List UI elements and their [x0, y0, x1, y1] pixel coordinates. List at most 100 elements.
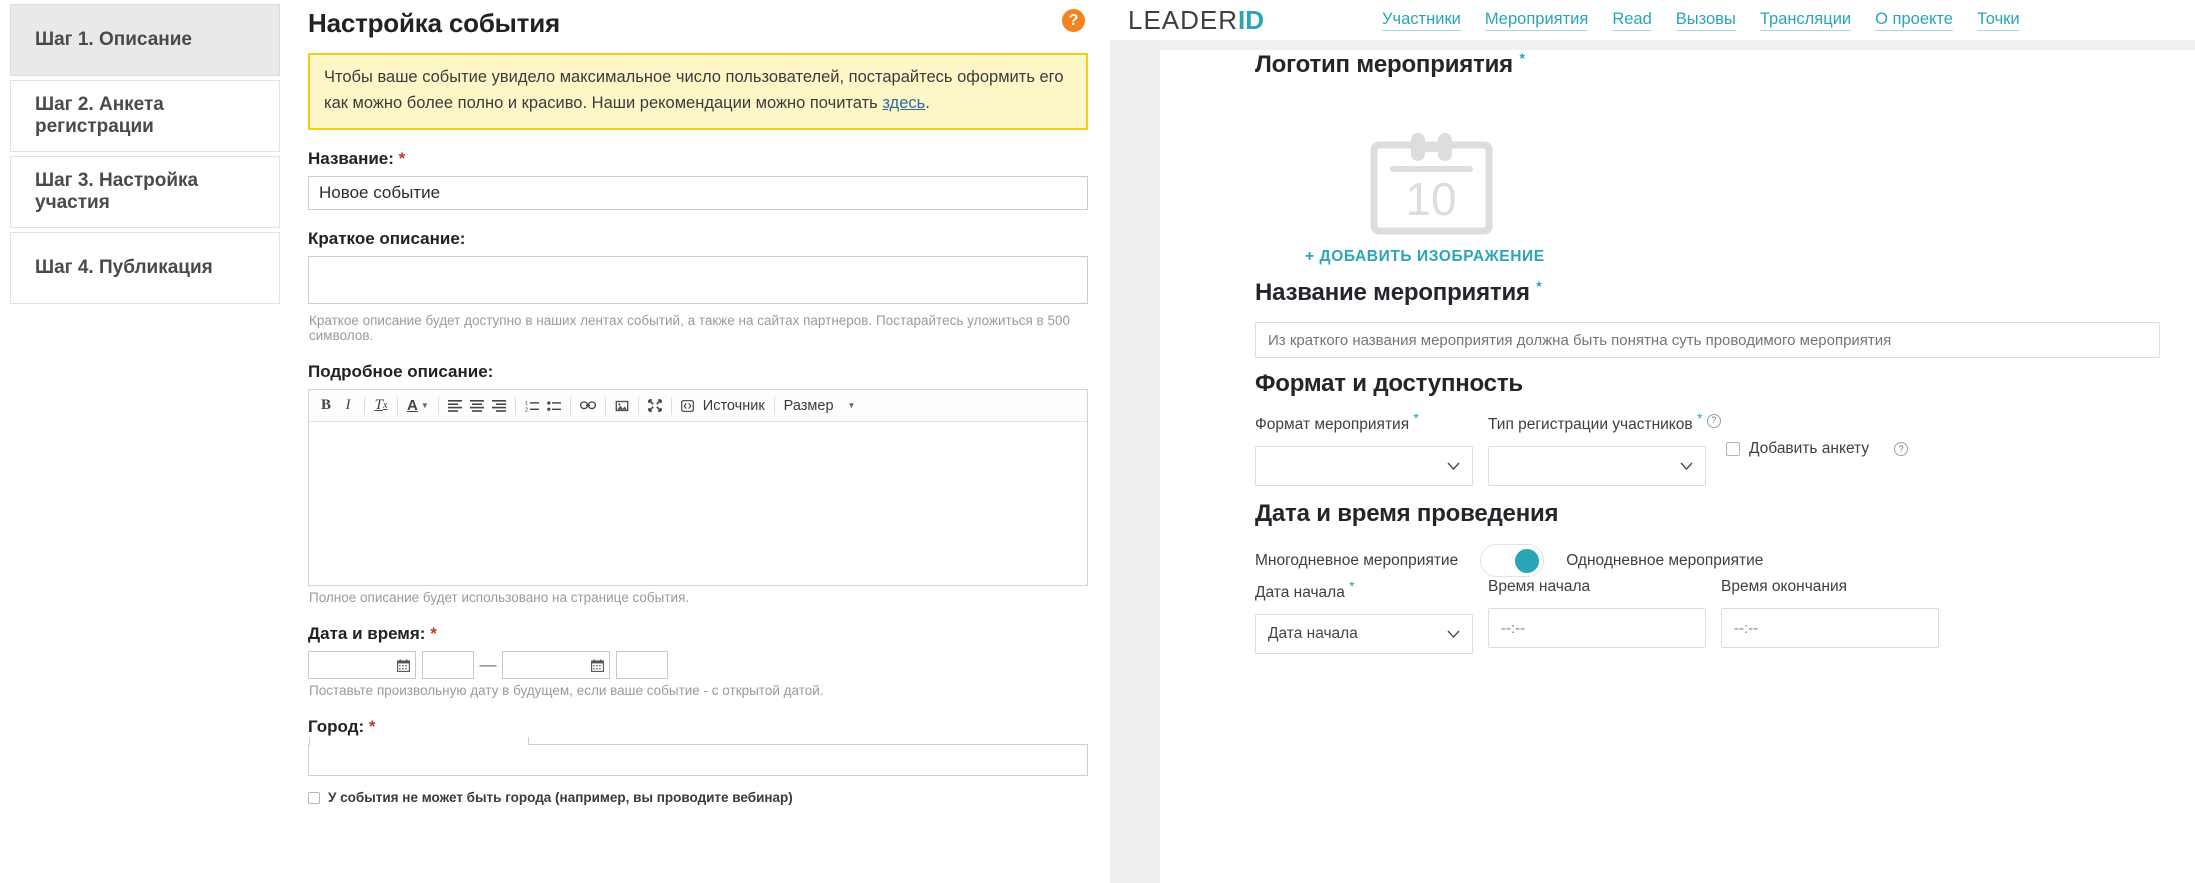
- start-date-label-text: Дата начала: [1255, 584, 1345, 602]
- help-icon[interactable]: ?: [1894, 442, 1909, 456]
- nav-item-about[interactable]: О проекте: [1875, 10, 1953, 31]
- no-city-checkbox-label: У события не может быть города (например…: [328, 790, 793, 806]
- help-icon[interactable]: ?: [1706, 413, 1721, 428]
- short-description-label: Краткое описание:: [308, 229, 1090, 249]
- bulleted-list-icon[interactable]: [543, 394, 565, 418]
- sidebar-item-label: Шаг 3. Настройка участия: [35, 170, 199, 213]
- end-time-input-new[interactable]: --:--: [1721, 608, 1939, 648]
- start-time-input-new[interactable]: --:--: [1488, 608, 1706, 648]
- event-format-field: Формат мероприятия *: [1255, 410, 1473, 487]
- full-description-editor-body[interactable]: [309, 422, 1087, 586]
- align-center-icon[interactable]: [466, 394, 488, 418]
- datetime-field-label: Дата и время: *: [308, 624, 1090, 644]
- italic-icon[interactable]: I: [337, 394, 359, 418]
- nav-item-points[interactable]: Точки: [1976, 10, 2020, 31]
- leader-id-logo[interactable]: LEADERID: [1128, 5, 1264, 36]
- help-icon-glyph: ?: [1068, 11, 1079, 29]
- link-icon[interactable]: [576, 394, 600, 418]
- svg-text:10: 10: [1405, 173, 1456, 225]
- logo-section-title-text: Логотип мероприятия: [1255, 51, 1513, 78]
- add-questionnaire-row[interactable]: Добавить анкету ?: [1726, 440, 1909, 458]
- remove-format-icon[interactable]: Tx: [370, 394, 392, 418]
- required-asterisk: *: [1519, 50, 1525, 66]
- source-button-label[interactable]: Источник: [699, 398, 769, 414]
- new-event-form-panel: LEADERID Участники Мероприятия Read Вызо…: [1110, 0, 2195, 883]
- recommendations-link[interactable]: здесь: [882, 94, 925, 112]
- datetime-hint: Поставьте произвольную дату в будущем, е…: [309, 683, 824, 699]
- toolbar-divider: [397, 396, 398, 415]
- font-size-dropdown-label[interactable]: Размер: [780, 398, 838, 414]
- nav-item-events[interactable]: Мероприятия: [1484, 10, 1589, 31]
- short-description-textarea[interactable]: [308, 256, 1088, 305]
- logo-section-title: Логотип мероприятия *: [1255, 50, 1525, 79]
- sidebar-item-step-3[interactable]: Шаг 3. Настройка участия: [10, 156, 280, 228]
- help-icon[interactable]: ?: [1062, 9, 1085, 32]
- calendar-icon: [591, 658, 604, 672]
- numbered-list-icon[interactable]: 1 2: [521, 394, 543, 418]
- event-format-label: Формат мероприятия *: [1255, 410, 1473, 434]
- toolbar-divider: [670, 396, 672, 415]
- page-background-strip: [1160, 40, 2195, 50]
- maximize-icon[interactable]: [644, 394, 666, 418]
- event-format-select[interactable]: [1255, 446, 1473, 487]
- sidebar-item-step-4[interactable]: Шаг 4. Публикация: [10, 232, 280, 304]
- text-color-icon[interactable]: A ▼: [403, 394, 433, 418]
- nav-item-challenges[interactable]: Вызовы: [1675, 10, 1736, 31]
- add-questionnaire-label: Добавить анкету: [1749, 440, 1870, 457]
- city-label-text: Город:: [308, 717, 365, 737]
- sidebar-item-label: Шаг 1. Описание: [35, 29, 193, 50]
- full-description-hint: Полное описание будет использовано на ст…: [309, 590, 690, 606]
- add-image-button[interactable]: + ДОБАВИТЬ ИЗОБРАЖЕНИЕ: [1305, 248, 1545, 266]
- nav-item-broadcasts[interactable]: Трансляции: [1759, 10, 1852, 31]
- required-asterisk: *: [430, 624, 437, 644]
- chevron-down-icon[interactable]: ▼: [848, 401, 856, 410]
- event-duration-toggle[interactable]: [1480, 544, 1545, 577]
- nav-item-read[interactable]: Read: [1612, 10, 1652, 31]
- page-title: Настройка события: [308, 8, 560, 38]
- toolbar-divider: [364, 396, 365, 415]
- required-asterisk: *: [398, 149, 406, 169]
- toolbar-divider: [569, 396, 571, 415]
- no-city-checkbox-row[interactable]: У события не может быть города (например…: [308, 790, 1090, 805]
- recommendation-notice: Чтобы ваше событие увидело максимальное …: [308, 53, 1088, 131]
- city-input[interactable]: [308, 737, 1088, 777]
- registration-type-field: Тип регистрации участников * ?: [1488, 410, 1721, 487]
- end-time-label: Время окончания: [1721, 578, 1847, 595]
- end-time-input[interactable]: [616, 651, 668, 680]
- start-date-value: Дата начала: [1268, 625, 1358, 643]
- event-form-card: Логотип мероприятия * 10 + ДОБАВИТЬ ИЗОБ…: [1160, 50, 2195, 883]
- source-code-icon[interactable]: [677, 394, 699, 418]
- registration-type-select[interactable]: [1488, 446, 1706, 487]
- sidebar-item-step-1[interactable]: Шаг 1. Описание: [10, 4, 280, 76]
- calendar-icon: [397, 658, 410, 672]
- start-time-input[interactable]: [422, 651, 474, 680]
- name-field-label: Название: *: [308, 149, 1090, 169]
- start-date-input[interactable]: [308, 651, 416, 680]
- steps-sidebar: Шаг 1. Описание Шаг 2. Анкета регистраци…: [10, 4, 280, 305]
- no-city-checkbox[interactable]: [308, 791, 320, 804]
- end-time-field: Время окончания --:--: [1721, 578, 1939, 648]
- full-description-label: Подробное описание:: [308, 362, 1090, 382]
- logo-section: Логотип мероприятия *: [1255, 50, 1525, 79]
- event-name-input[interactable]: [308, 176, 1088, 211]
- range-separator: —: [479, 655, 497, 675]
- add-questionnaire-checkbox[interactable]: [1726, 442, 1740, 456]
- nav-item-participants[interactable]: Участники: [1382, 10, 1461, 31]
- chevron-down-icon: [1680, 462, 1693, 471]
- align-right-icon[interactable]: [488, 394, 510, 418]
- toolbar-divider: [514, 396, 516, 415]
- required-asterisk: *: [1536, 278, 1542, 294]
- name-section-title: Название мероприятия *: [1255, 278, 1542, 307]
- event-name-input-new[interactable]: [1255, 322, 2160, 358]
- sidebar-item-step-2[interactable]: Шаг 2. Анкета регистрации: [10, 80, 280, 152]
- end-time-value: --:--: [1734, 619, 1759, 637]
- start-date-select[interactable]: Дата начала: [1255, 614, 1473, 655]
- bold-icon[interactable]: B: [315, 394, 337, 418]
- end-date-input[interactable]: [502, 651, 610, 680]
- rich-text-editor: B I Tx A ▼ 1 2 Источник Размер ▼: [308, 389, 1088, 587]
- image-icon[interactable]: [611, 394, 633, 418]
- logo-text-accent: ID: [1238, 4, 1265, 35]
- align-left-icon[interactable]: [444, 394, 466, 418]
- registration-type-label: Тип регистрации участников * ?: [1488, 410, 1721, 434]
- logo-placeholder[interactable]: 10: [1368, 125, 1495, 242]
